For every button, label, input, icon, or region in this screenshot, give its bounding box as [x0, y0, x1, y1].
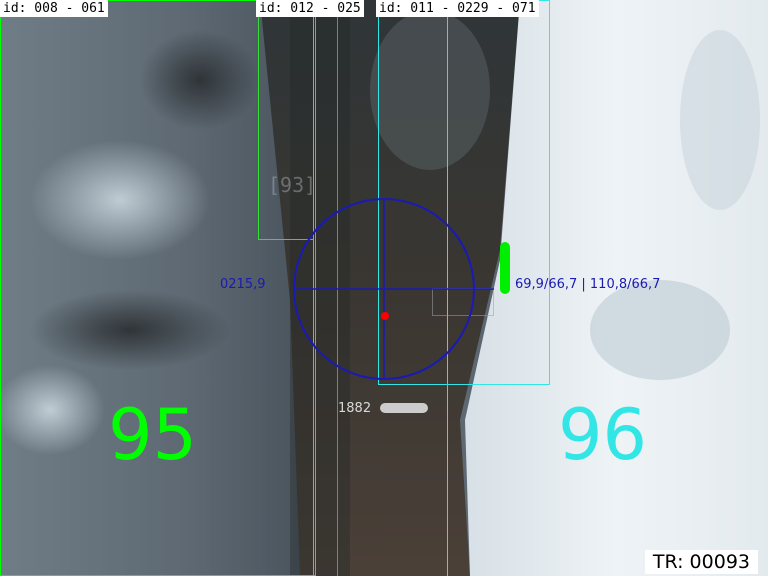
- track-number-95: 95: [108, 394, 198, 476]
- level-indicator-bar: [500, 242, 510, 294]
- target-dot: [381, 312, 389, 320]
- camera-view: id: 008 - 061 id: 012 - 025 id: 011 - 02…: [0, 0, 768, 576]
- reticle-right-readout: 69,9/66,7 | 110,8/66,7: [515, 277, 661, 292]
- depth-readout: 1882: [338, 401, 372, 416]
- reticle-left-readout: 0215,9: [220, 277, 266, 292]
- depth-indicator-bar: [380, 403, 428, 413]
- track-number-96: 96: [558, 394, 648, 476]
- tr-counter: TR: 00093: [644, 550, 758, 574]
